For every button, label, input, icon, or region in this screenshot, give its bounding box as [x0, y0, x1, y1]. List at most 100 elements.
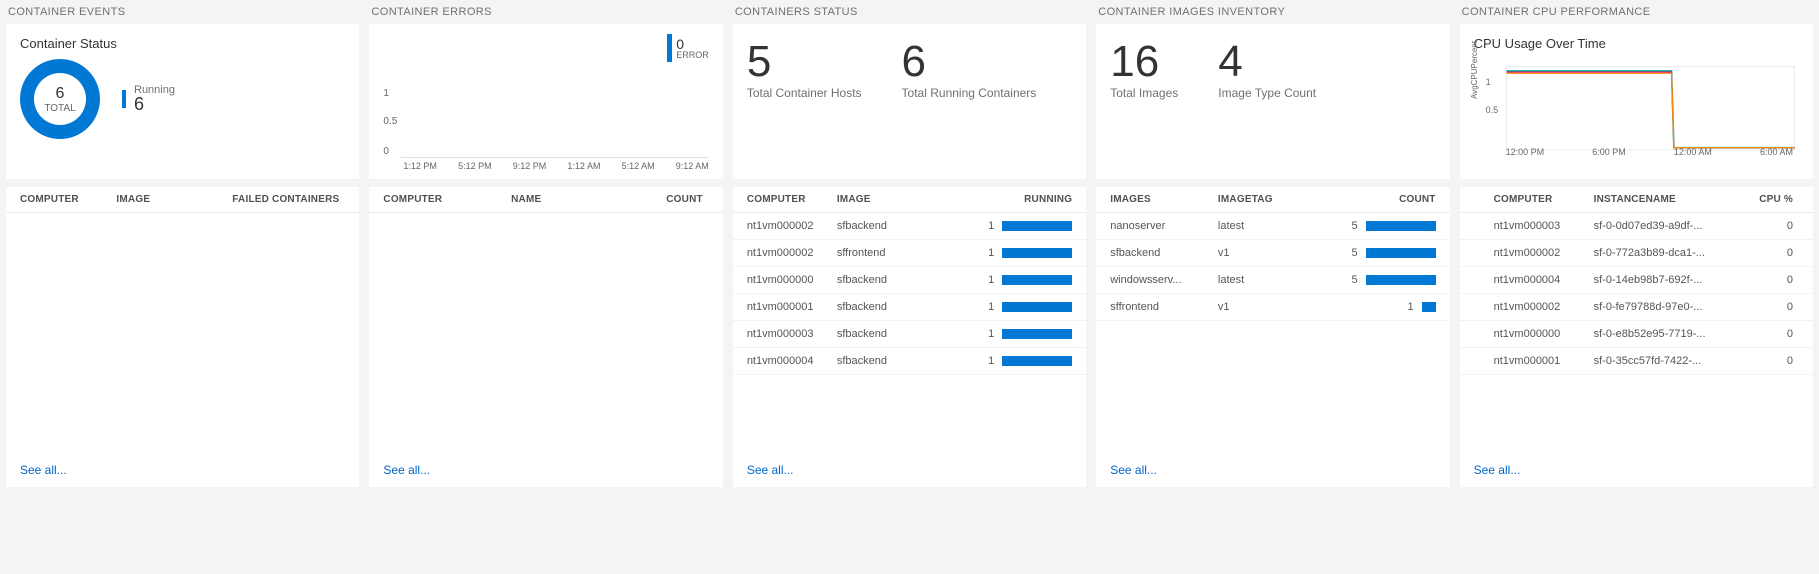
x-axis-labels: 12:00 PM6:00 PM12:00 AM6:00 AM: [1506, 147, 1793, 157]
cell-tag: v1: [1218, 301, 1326, 313]
donut-center: 6 TOTAL: [20, 59, 100, 139]
stat-value: 6: [902, 40, 1037, 84]
col-image[interactable]: IMAGE: [116, 194, 212, 205]
table-row[interactable]: nt1vm000004 sf-0-14eb98b7-692f-... 0: [1460, 267, 1813, 294]
stat-value: 5: [747, 40, 862, 84]
bar-cell: 1: [962, 355, 1072, 367]
col-instancename[interactable]: INSTANCENAME: [1594, 194, 1749, 205]
bar-value: 5: [1338, 247, 1358, 259]
see-all-link[interactable]: See all...: [733, 455, 1086, 481]
bar-value: 1: [1394, 301, 1414, 313]
errors-table: COMPUTER NAME COUNT See all...: [369, 187, 722, 487]
table-row[interactable]: nt1vm000002 sfbackend 1: [733, 213, 1086, 240]
y-tick: 0: [383, 146, 389, 157]
cpu-card: CPU Usage Over Time AvgCPUPercent 1 0.5 …: [1460, 24, 1813, 179]
table-row[interactable]: nt1vm000002 sf-0-fe79788d-97e0-... 0: [1460, 294, 1813, 321]
see-all-link[interactable]: See all...: [6, 455, 359, 481]
see-all-link[interactable]: See all...: [1460, 455, 1813, 481]
table-row[interactable]: nanoserver latest 5: [1096, 213, 1449, 240]
col-computer[interactable]: COMPUTER: [383, 194, 511, 205]
table-row[interactable]: nt1vm000000 sf-0-e8b52e95-7719-... 0: [1460, 321, 1813, 348]
cell-cpu: 0: [1749, 328, 1799, 340]
cell-image: sfbackend: [1110, 247, 1218, 259]
table-row[interactable]: sfbackend v1 5: [1096, 240, 1449, 267]
col-images[interactable]: IMAGES: [1110, 194, 1218, 205]
cell-image: sfbackend: [837, 220, 962, 232]
table-row[interactable]: windowsserv... latest 5: [1096, 267, 1449, 294]
col-computer[interactable]: COMPUTER: [1494, 194, 1594, 205]
table-row[interactable]: nt1vm000004 sfbackend 1: [733, 348, 1086, 375]
col-name[interactable]: NAME: [511, 194, 639, 205]
cell-tag: latest: [1218, 274, 1326, 286]
cell-computer: nt1vm000004: [747, 355, 837, 367]
table-row[interactable]: nt1vm000000 sfbackend 1: [733, 267, 1086, 294]
x-tick: 5:12 PM: [458, 161, 492, 171]
see-all-link[interactable]: See all...: [369, 455, 722, 481]
errors-card: 0 ERROR 1 0.5 0 1:12 PM5:12 PM9:12 PM1:1…: [369, 24, 722, 179]
cell-computer: nt1vm000002: [1494, 301, 1594, 313]
events-card: Container Status 6 TOTAL Running 6: [6, 24, 359, 179]
cell-image: sfbackend: [837, 274, 962, 286]
bar-cell: 1: [962, 220, 1072, 232]
cell-computer: nt1vm000002: [1494, 247, 1594, 259]
col-count[interactable]: COUNT: [639, 194, 709, 205]
card-subtitle: CPU Usage Over Time: [1474, 36, 1799, 51]
cell-status: [1474, 355, 1494, 367]
table-header: COMPUTER IMAGE RUNNING: [733, 187, 1086, 213]
donut-chart: 6 TOTAL: [20, 59, 100, 139]
table-row[interactable]: sffrontend v1 1: [1096, 294, 1449, 321]
col-imagetag[interactable]: IMAGETAG: [1218, 194, 1326, 205]
cell-instance: sf-0-e8b52e95-7719-...: [1594, 328, 1749, 340]
table-row[interactable]: nt1vm000001 sf-0-35cc57fd-7422-... 0: [1460, 348, 1813, 375]
bar-cell: 1: [962, 328, 1072, 340]
x-tick: 5:12 AM: [622, 161, 655, 171]
col-image[interactable]: IMAGE: [837, 194, 962, 205]
bar-value: 5: [1338, 274, 1358, 286]
cell-status: [1474, 247, 1494, 259]
see-all-link[interactable]: See all...: [1096, 455, 1449, 481]
cell-image: sffrontend: [837, 247, 962, 259]
col-computer[interactable]: COMPUTER: [20, 194, 116, 205]
cell-computer: nt1vm000004: [1494, 274, 1594, 286]
col-cpu-pct[interactable]: CPU %: [1749, 194, 1799, 205]
dashboard: CONTAINER EVENTS Container Status 6 TOTA…: [0, 0, 1819, 493]
stat-value: 16: [1110, 40, 1178, 84]
stat-image-type-count: 4 Image Type Count: [1218, 40, 1316, 100]
col-running[interactable]: RUNNING: [1024, 194, 1072, 205]
bar-cell: 1: [962, 301, 1072, 313]
cpu-table: COMPUTER INSTANCENAME CPU % nt1vm000003 …: [1460, 187, 1813, 487]
cell-image: sfbackend: [837, 301, 962, 313]
x-axis-labels: 1:12 PM5:12 PM9:12 PM1:12 AM5:12 AM9:12 …: [403, 161, 708, 171]
col-count[interactable]: COUNT: [1399, 194, 1436, 205]
table-row[interactable]: nt1vm000001 sfbackend 1: [733, 294, 1086, 321]
bar-value: 1: [974, 274, 994, 286]
stat-label: Total Images: [1110, 86, 1178, 100]
inventory-table: IMAGES IMAGETAG COUNT nanoserver latest …: [1096, 187, 1449, 487]
table-row[interactable]: nt1vm000003 sfbackend 1: [733, 321, 1086, 348]
cell-image: nanoserver: [1110, 220, 1218, 232]
stat-value: 4: [1218, 40, 1316, 84]
col-computer[interactable]: COMPUTER: [747, 194, 837, 205]
cell-tag: latest: [1218, 220, 1326, 232]
cell-instance: sf-0-14eb98b7-692f-...: [1594, 274, 1749, 286]
cell-instance: sf-0-0d07ed39-a9df-...: [1594, 220, 1749, 232]
cell-computer: nt1vm000001: [1494, 355, 1594, 367]
stat-total-images: 16 Total Images: [1110, 40, 1178, 100]
table-header: COMPUTER NAME COUNT: [369, 187, 722, 213]
cell-instance: sf-0-fe79788d-97e0-...: [1594, 301, 1749, 313]
table-header: COMPUTER INSTANCENAME CPU %: [1460, 187, 1813, 213]
cell-computer: nt1vm000001: [747, 301, 837, 313]
table-row[interactable]: nt1vm000003 sf-0-0d07ed39-a9df-... 0: [1460, 213, 1813, 240]
table-row[interactable]: nt1vm000002 sf-0-772a3b89-dca1-... 0: [1460, 240, 1813, 267]
bar-value: 1: [974, 247, 994, 259]
panel-title: CONTAINER EVENTS: [8, 6, 359, 18]
table-row[interactable]: nt1vm000002 sffrontend 1: [733, 240, 1086, 267]
bar-cell: 1: [962, 247, 1072, 259]
col-failed[interactable]: FAILED CONTAINERS: [213, 194, 346, 205]
bar-fill: [1002, 221, 1072, 231]
panel-title: CONTAINER ERRORS: [371, 6, 722, 18]
x-tick: 6:00 AM: [1760, 147, 1793, 157]
x-tick: 9:12 AM: [676, 161, 709, 171]
x-tick: 1:12 AM: [567, 161, 600, 171]
panel-title: CONTAINERS STATUS: [735, 6, 1086, 18]
